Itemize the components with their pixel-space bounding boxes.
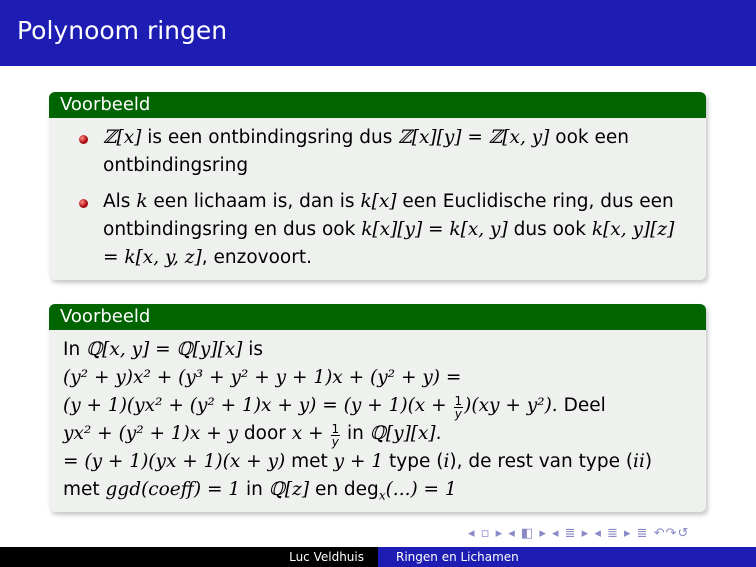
math-line-3: (y + 1)(yx² + (y² + 1)x + y) = (y + 1)(x… (63, 393, 606, 421)
fraction: 1y (330, 421, 341, 449)
math-line-4: yx² + (y² + 1)x + y door x + 1y in ℚ[y][… (63, 421, 442, 449)
list-item: Als k een lichaam is, dan is k[x] een Eu… (63, 188, 694, 272)
list-item: ℤ[x] is een ontbindingsring dus ℤ[x][y] … (63, 124, 694, 180)
math-line-1: In ℚ[x, y] = ℚ[y][x] is (63, 339, 264, 360)
footer-title: Ringen en Lichamen (378, 547, 756, 567)
slide-title: Polynoom ringen (17, 16, 228, 45)
example-block-2: Voorbeeld In ℚ[x, y] = ℚ[y][x] is (y² + … (49, 304, 706, 512)
math-line-6: met ggd(coeff) = 1 in ℚ[z] en degx(...) … (63, 479, 457, 503)
math-line-5: = (y + 1)(yx + 1)(x + y) met y + 1 type … (63, 451, 653, 472)
example-block-1: Voorbeeld ℤ[x] is een ontbindingsring du… (49, 92, 706, 280)
footer-author: Luc Veldhuis (0, 547, 378, 567)
footer: Luc Veldhuis Ringen en Lichamen (0, 547, 756, 567)
title-bar: Polynoom ringen (0, 0, 756, 66)
block-body: In ℚ[x, y] = ℚ[y][x] is (y² + y)x² + (y³… (49, 330, 706, 512)
math-line-2: (y² + y)x² + (y³ + y² + y + 1)x + (y² + … (63, 367, 462, 388)
bullet-icon (79, 199, 88, 208)
bullet-icon (79, 135, 88, 144)
block-body: ℤ[x] is een ontbindingsring dus ℤ[x][y] … (49, 118, 706, 280)
beamer-navigation-icons[interactable]: ◂ ▫ ▸ ◂ ◧ ▸ ◂ ≣ ▸ ◂ ≣ ▸ ≣ ↶↷↺ (468, 526, 689, 541)
block-heading: Voorbeeld (49, 92, 706, 118)
block-heading: Voorbeeld (49, 304, 706, 330)
fraction: 1y (453, 393, 464, 421)
